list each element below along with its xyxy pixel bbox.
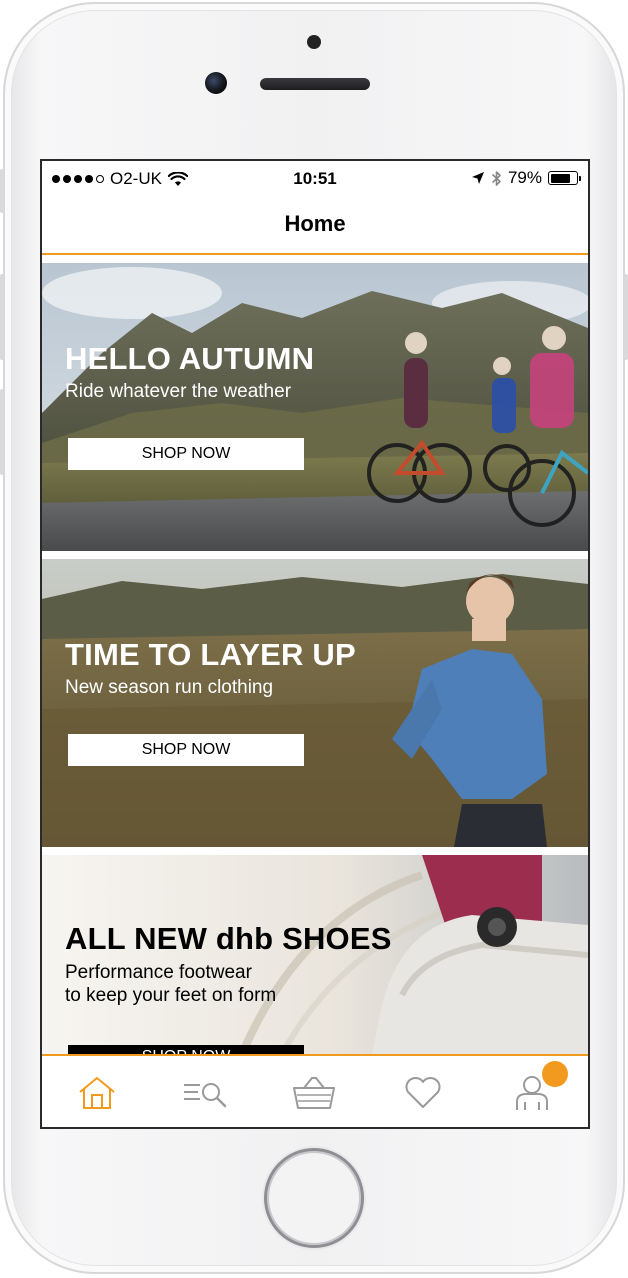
- basket-icon: [293, 1077, 335, 1109]
- notification-badge: [542, 1061, 568, 1087]
- battery-icon: [548, 171, 581, 185]
- banner-subtitle: Ride whatever the weather: [65, 381, 292, 402]
- mute-switch: [0, 169, 4, 213]
- proximity-sensor: [307, 35, 321, 49]
- volume-up-button: [0, 274, 4, 360]
- tab-bar: [42, 1054, 588, 1127]
- heart-icon: [405, 1077, 441, 1108]
- tab-wishlist[interactable]: [398, 1068, 448, 1118]
- banner-title: ALL NEW dhb SHOES: [65, 921, 392, 956]
- home-icon: [79, 1077, 115, 1109]
- banner-cycling-image: [42, 263, 588, 551]
- earpiece-speaker: [260, 78, 370, 90]
- tab-home[interactable]: [72, 1068, 122, 1118]
- tab-basket[interactable]: [289, 1068, 339, 1118]
- front-camera: [205, 72, 227, 94]
- page-title: Home: [284, 211, 346, 236]
- banner-dhb-shoes[interactable]: ALL NEW dhb SHOES Performance footwear t…: [42, 855, 588, 1054]
- shop-now-button[interactable]: SHOP NOW: [68, 438, 304, 470]
- volume-down-button: [0, 389, 4, 475]
- search-list-icon: [184, 1083, 227, 1108]
- location-arrow-icon: [471, 172, 484, 184]
- banner-title: TIME TO LAYER UP: [65, 637, 356, 672]
- home-button[interactable]: [264, 1148, 364, 1248]
- battery-percent: 79%: [507, 168, 542, 187]
- banner-layer-up[interactable]: TIME TO LAYER UP New season run clothing…: [42, 559, 588, 847]
- banner-subtitle-line1: Performance footwear: [65, 962, 252, 983]
- app-screen: O2-UK 10:51 79% Home HELLO AUTUMN Ride w…: [40, 159, 590, 1129]
- nav-bar: Home: [42, 197, 588, 255]
- status-bar: O2-UK 10:51 79%: [42, 161, 588, 197]
- tab-search[interactable]: [180, 1068, 230, 1118]
- shop-now-button[interactable]: SHOP NOW: [68, 734, 304, 766]
- banner-subtitle-line2: to keep your feet on form: [65, 985, 277, 1006]
- shop-now-button[interactable]: SHOP NOW: [68, 1045, 304, 1054]
- banner-hello-autumn[interactable]: HELLO AUTUMN Ride whatever the weather S…: [42, 263, 588, 551]
- banner-subtitle: New season run clothing: [65, 677, 274, 698]
- battery-fill: [550, 173, 571, 183]
- power-button: [624, 274, 628, 360]
- banner-title: HELLO AUTUMN: [65, 341, 315, 376]
- bluetooth-icon: [491, 170, 501, 186]
- banner-running-image: [42, 559, 588, 847]
